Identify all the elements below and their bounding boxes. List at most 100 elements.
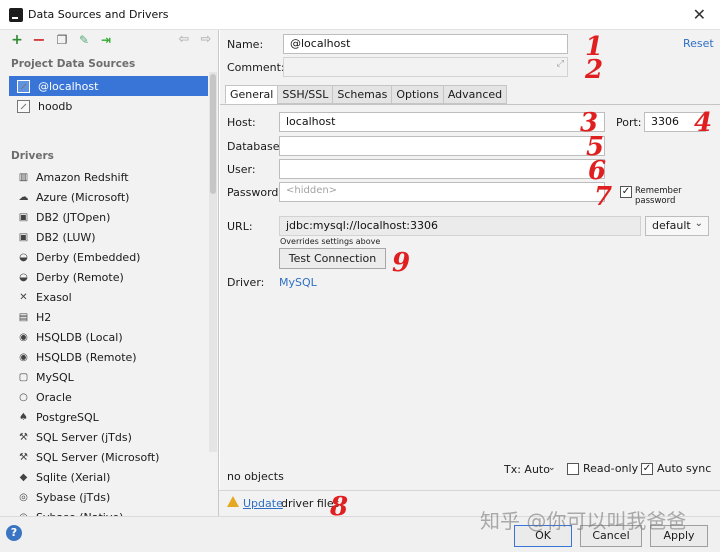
warning-icon bbox=[227, 496, 239, 507]
data-source-item[interactable]: hoodb bbox=[9, 96, 208, 116]
driver-link[interactable]: MySQL bbox=[279, 276, 317, 289]
remove-icon[interactable]: − bbox=[31, 32, 47, 48]
forward-arrow-icon[interactable]: ⇨ bbox=[198, 32, 214, 48]
chevron-down-icon: ⌄ bbox=[694, 218, 703, 229]
user-input[interactable] bbox=[279, 159, 605, 179]
driver-label: DB2 (JTOpen) bbox=[36, 210, 111, 224]
url-label: URL: bbox=[227, 220, 253, 233]
exasol-icon: ✕ bbox=[19, 291, 28, 303]
tab-options[interactable]: Options bbox=[391, 85, 444, 104]
annotation-9: 9 bbox=[392, 248, 411, 278]
annotation-2: 2 bbox=[585, 55, 604, 85]
drivers-title: Drivers bbox=[11, 150, 54, 162]
driver-item[interactable]: ◒ Derby (Remote) bbox=[17, 267, 124, 287]
tab-general[interactable]: General bbox=[225, 85, 279, 104]
driver-label: PostgreSQL bbox=[36, 410, 99, 424]
window-title: Data Sources and Drivers bbox=[28, 8, 169, 21]
add-icon[interactable]: + bbox=[9, 32, 25, 48]
left-scrollbar[interactable] bbox=[209, 72, 217, 452]
driver-label: Azure (Microsoft) bbox=[36, 190, 130, 204]
driver-label: MySQL bbox=[36, 370, 74, 384]
read-only-checkbox[interactable] bbox=[567, 463, 579, 475]
back-arrow-icon[interactable]: ⇦ bbox=[176, 32, 192, 48]
h2-icon: ▤ bbox=[18, 311, 29, 323]
password-label: Password: bbox=[227, 186, 283, 199]
driver-label: SQL Server (Microsoft) bbox=[36, 450, 160, 464]
driver-label: HSQLDB (Remote) bbox=[36, 350, 137, 364]
properties-icon[interactable]: ✎ bbox=[76, 32, 92, 48]
data-source-label: @localhost bbox=[38, 79, 99, 93]
driver-item[interactable]: ♠ PostgreSQL bbox=[17, 407, 99, 427]
driver-item[interactable]: ▥ Amazon Redshift bbox=[17, 167, 129, 187]
left-panel: + − ❐ ✎ ⇥ ⇦ ⇨ Project Data Sources @loca… bbox=[0, 30, 219, 522]
data-source-item[interactable]: @localhost bbox=[9, 76, 208, 96]
comment-label: Comment: bbox=[227, 61, 285, 74]
sqlserver-icon: ⚒ bbox=[19, 431, 28, 443]
expand-icon[interactable]: ⤢ bbox=[557, 59, 564, 69]
oracle-icon: ○ bbox=[19, 391, 28, 403]
annotation-7: 7 bbox=[594, 182, 613, 212]
remember-password-checkbox[interactable]: ✓ bbox=[620, 186, 632, 198]
remember-password-label: Remember password bbox=[635, 186, 682, 206]
password-input[interactable]: <hidden> bbox=[279, 182, 605, 202]
driver-item[interactable]: ▣ DB2 (LUW) bbox=[17, 227, 96, 247]
driver-item[interactable]: ▤ H2 bbox=[17, 307, 52, 327]
auto-sync-label: Auto sync bbox=[657, 462, 712, 475]
driver-item[interactable]: ☁ Azure (Microsoft) bbox=[17, 187, 130, 207]
title-bar: Data Sources and Drivers ✕ bbox=[0, 0, 720, 30]
url-input[interactable]: jdbc:mysql://localhost:3306 bbox=[279, 216, 641, 236]
tx-mode-dropdown[interactable]: Tx: Auto bbox=[504, 463, 550, 476]
data-source-label: hoodb bbox=[38, 99, 73, 113]
driver-label: H2 bbox=[36, 310, 52, 324]
driver-item[interactable]: ▣ DB2 (JTOpen) bbox=[17, 207, 111, 227]
driver-label: Derby (Remote) bbox=[36, 270, 124, 284]
close-icon[interactable]: ✕ bbox=[693, 5, 706, 24]
copy-icon[interactable]: ❐ bbox=[54, 32, 70, 48]
watermark: 知乎 @你可以叫我爸爸 bbox=[480, 509, 687, 533]
host-input[interactable]: localhost bbox=[279, 112, 605, 132]
sqlite-icon: ◆ bbox=[19, 471, 28, 483]
driver-item[interactable]: ⚒ SQL Server (Microsoft) bbox=[17, 447, 159, 467]
import-icon[interactable]: ⇥ bbox=[98, 32, 114, 48]
driver-label: Sybase (jTds) bbox=[36, 490, 111, 504]
tab-bar: General SSH/SSL Schemas Options Advanced bbox=[225, 85, 508, 104]
auto-sync-checkbox[interactable]: ✓ bbox=[641, 463, 653, 475]
mysql-icon: ▢ bbox=[18, 371, 29, 383]
test-connection-button[interactable]: Test Connection bbox=[279, 248, 386, 269]
chevron-down-icon[interactable]: ⌄ bbox=[548, 463, 556, 473]
driver-label: Oracle bbox=[36, 390, 72, 404]
driver-item[interactable]: ✕ Exasol bbox=[17, 287, 72, 307]
tab-advanced[interactable]: Advanced bbox=[442, 85, 508, 104]
driver-item[interactable]: ⚒ SQL Server (jTds) bbox=[17, 427, 132, 447]
driver-item[interactable]: ○ Oracle bbox=[17, 387, 72, 407]
derby-hat-icon: ◒ bbox=[19, 271, 28, 283]
driver-item[interactable]: ◆ Sqlite (Xerial) bbox=[17, 467, 111, 487]
driver-item[interactable]: ◉ HSQLDB (Remote) bbox=[17, 347, 137, 367]
sqlserver-icon: ⚒ bbox=[19, 451, 28, 463]
tab-ssh-ssl[interactable]: SSH/SSL bbox=[277, 85, 334, 104]
reset-link[interactable]: Reset bbox=[683, 37, 714, 50]
app-icon bbox=[9, 8, 23, 22]
annotation-6: 6 bbox=[588, 156, 607, 186]
update-link[interactable]: Update bbox=[243, 497, 283, 510]
database-label: Database: bbox=[227, 140, 284, 153]
name-input[interactable]: @localhost bbox=[283, 34, 568, 54]
database-input[interactable] bbox=[279, 136, 605, 156]
driver-item[interactable]: ◉ HSQLDB (Local) bbox=[17, 327, 123, 347]
project-data-sources-title: Project Data Sources bbox=[11, 58, 136, 70]
driver-label: Sqlite (Xerial) bbox=[36, 470, 111, 484]
url-mode-dropdown[interactable]: default ⌄ bbox=[645, 216, 709, 236]
driver-item[interactable]: ◎ Sybase (jTds) bbox=[17, 487, 110, 507]
tab-divider bbox=[220, 104, 720, 105]
driver-label: Derby (Embedded) bbox=[36, 250, 141, 264]
help-icon[interactable]: ? bbox=[6, 525, 22, 541]
annotation-4: 4 bbox=[694, 108, 713, 138]
left-toolbar: + − ❐ ✎ ⇥ ⇦ ⇨ bbox=[0, 30, 218, 52]
driver-item[interactable]: ▢ MySQL bbox=[17, 367, 74, 387]
driver-label: DB2 (LUW) bbox=[36, 230, 96, 244]
tab-schemas[interactable]: Schemas bbox=[332, 85, 393, 104]
scrollbar-thumb[interactable] bbox=[210, 74, 216, 194]
driver-label: Exasol bbox=[36, 290, 72, 304]
driver-item[interactable]: ◒ Derby (Embedded) bbox=[17, 247, 140, 267]
comment-input[interactable]: ⤢ bbox=[283, 57, 568, 77]
